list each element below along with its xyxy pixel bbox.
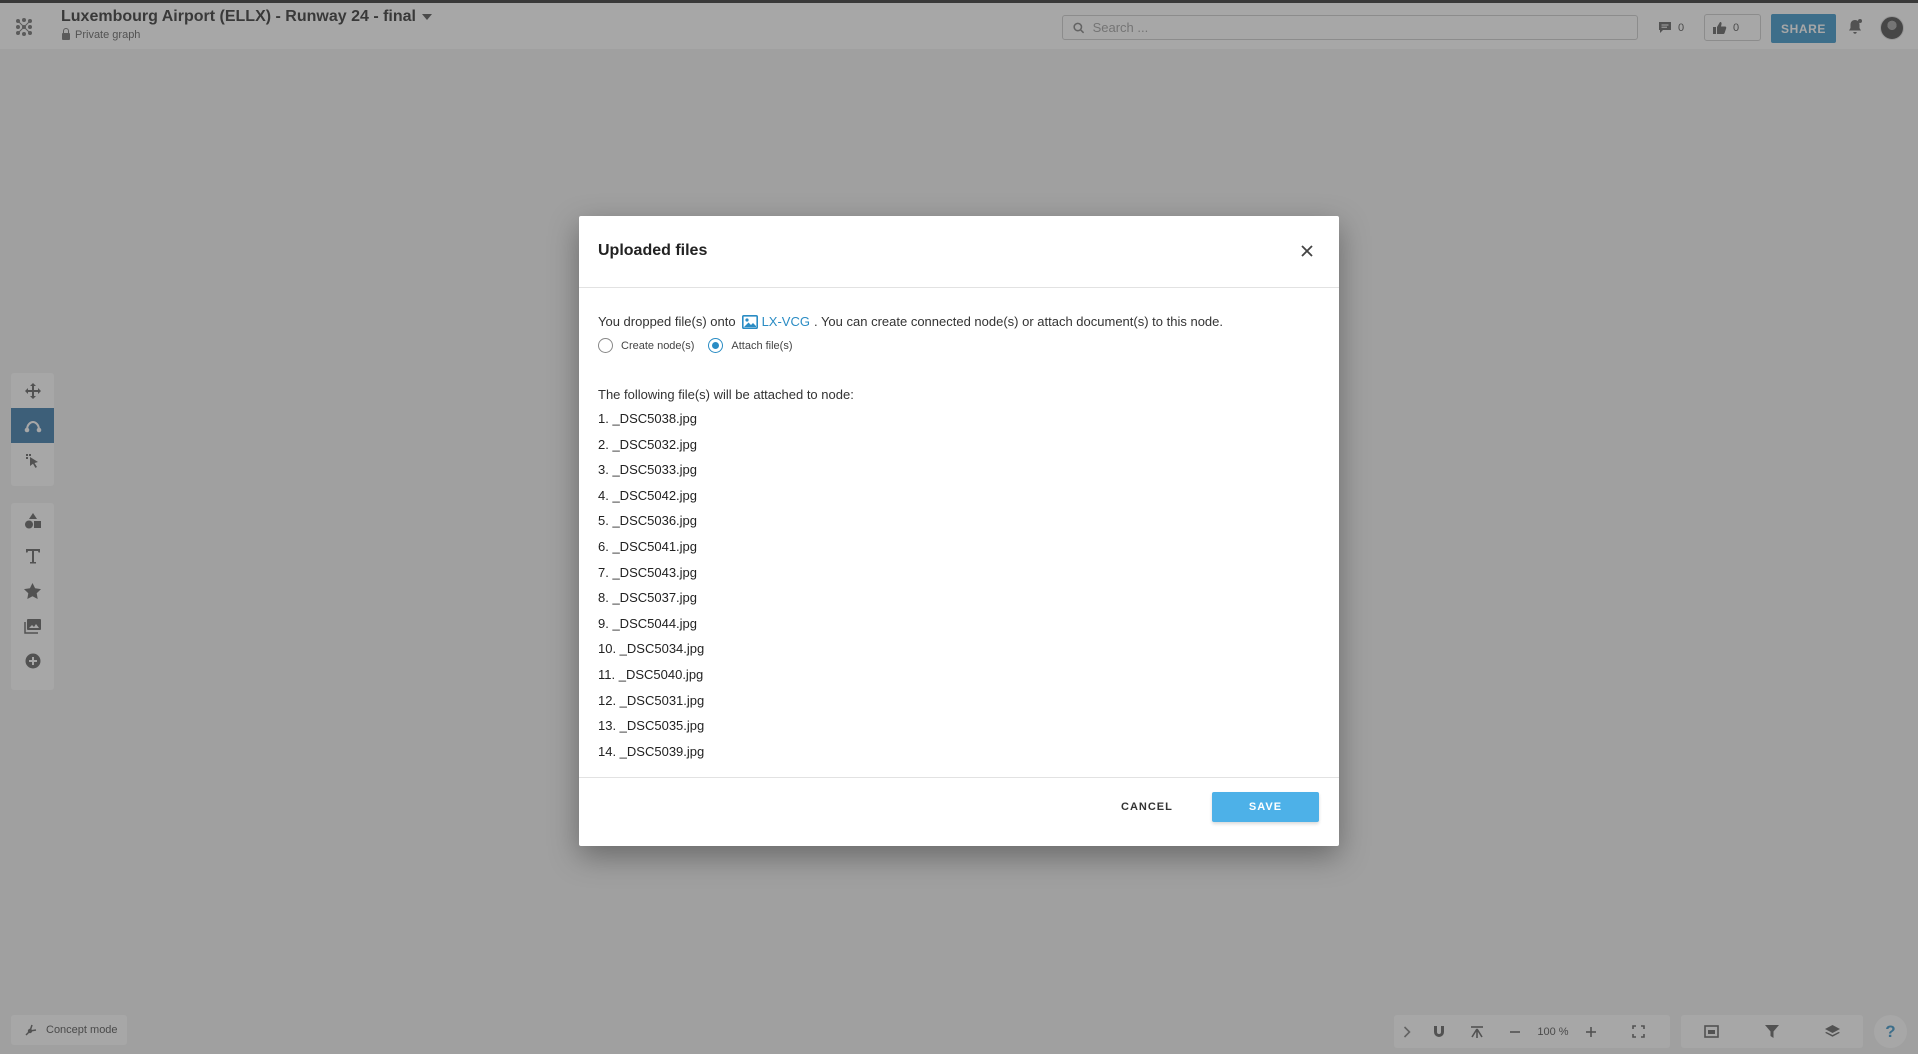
file-list: 1. _DSC5038.jpg 2. _DSC5032.jpg 3. _DSC5…: [598, 411, 1320, 769]
target-node-link[interactable]: LX-VCG: [741, 314, 810, 329]
dialog-body: You dropped file(s) onto LX-VCG . You ca…: [579, 288, 1339, 777]
dialog-header: Uploaded files: [579, 216, 1339, 288]
upload-mode-options: Create node(s) Attach file(s): [598, 338, 1320, 353]
file-list-item: 6. _DSC5041.jpg: [598, 538, 698, 554]
file-list-item: 10. _DSC5034.jpg: [598, 641, 705, 657]
file-list-item: 2. _DSC5032.jpg: [598, 436, 698, 452]
file-list-item: 7. _DSC5043.jpg: [598, 564, 698, 580]
file-list-item: 13. _DSC5035.jpg: [598, 718, 705, 734]
target-node-name: LX-VCG: [761, 314, 810, 329]
dialog-footer: CANCEL SAVE: [579, 777, 1339, 846]
files-list-heading: The following file(s) will be attached t…: [598, 387, 854, 402]
dialog-title: Uploaded files: [598, 242, 708, 259]
create-nodes-label: Create node(s): [621, 339, 695, 352]
close-icon: [1301, 245, 1313, 257]
attach-files-option[interactable]: Attach file(s): [708, 338, 793, 353]
close-button[interactable]: [1295, 239, 1319, 263]
file-list-item: 3. _DSC5033.jpg: [598, 462, 698, 478]
file-list-item: 4. _DSC5042.jpg: [598, 487, 698, 503]
image-node-icon: [741, 314, 758, 329]
file-list-item: 14. _DSC5039.jpg: [598, 743, 705, 759]
file-list-item: 5. _DSC5036.jpg: [598, 513, 698, 529]
file-list-item: 8. _DSC5037.jpg: [598, 590, 698, 606]
create-nodes-option[interactable]: Create node(s): [598, 338, 694, 353]
save-button[interactable]: SAVE: [1212, 792, 1319, 822]
intro-prefix: You dropped file(s) onto: [598, 314, 736, 329]
uploaded-files-dialog: Uploaded files You dropped file(s) onto …: [579, 216, 1339, 846]
drop-description: You dropped file(s) onto LX-VCG . You ca…: [598, 314, 1320, 329]
create-nodes-radio[interactable]: [598, 338, 613, 353]
attach-files-label: Attach file(s): [731, 339, 793, 352]
file-list-item: 1. _DSC5038.jpg: [598, 411, 698, 426]
file-list-item: 12. _DSC5031.jpg: [598, 692, 705, 708]
file-list-item: 9. _DSC5044.jpg: [598, 615, 698, 631]
file-list-item: 11. _DSC5040.jpg: [598, 666, 704, 682]
intro-suffix: . You can create connected node(s) or at…: [813, 314, 1223, 329]
attach-files-radio[interactable]: [708, 338, 724, 353]
cancel-button[interactable]: CANCEL: [1121, 801, 1173, 813]
